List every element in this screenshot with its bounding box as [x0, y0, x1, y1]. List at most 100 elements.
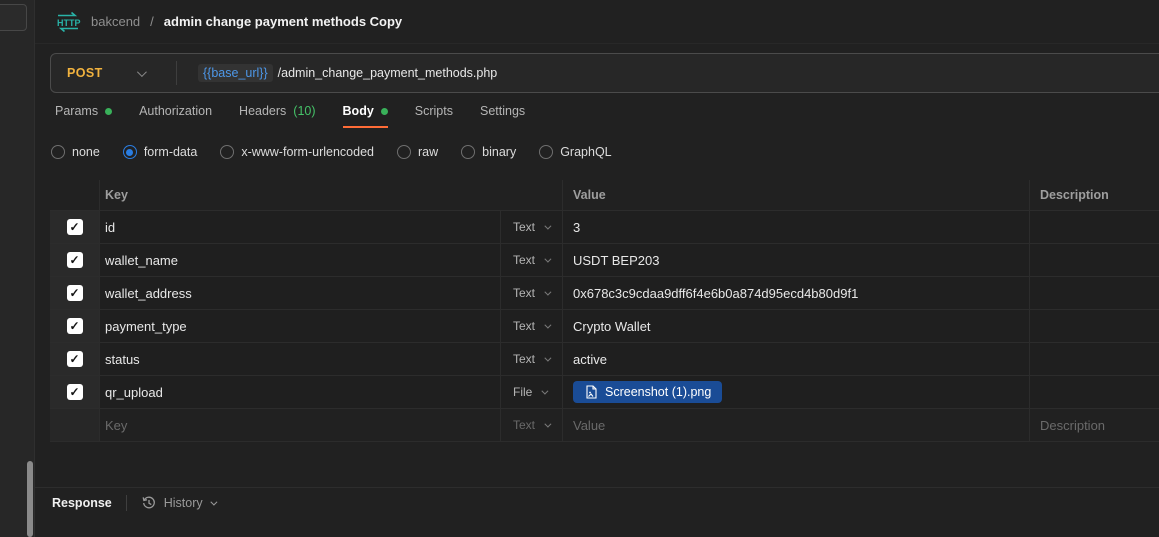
description-cell[interactable] — [1030, 211, 1159, 243]
value-cell[interactable]: 3 — [563, 211, 1030, 243]
description-cell[interactable] — [1030, 376, 1159, 408]
type-dropdown[interactable]: Text — [501, 211, 563, 243]
divider — [126, 495, 127, 511]
mode-x-www-form-urlencoded[interactable]: x-www-form-urlencoded — [220, 145, 374, 159]
radio-icon — [397, 145, 411, 159]
mode-binary[interactable]: binary — [461, 145, 516, 159]
type-label: Text — [513, 220, 535, 234]
type-dropdown[interactable]: Text — [501, 409, 563, 441]
radio-icon — [461, 145, 475, 159]
app-window: HTTP bakcend / admin change payment meth… — [0, 0, 1159, 537]
tab-label: Body — [343, 104, 374, 118]
key-cell[interactable]: qr_upload — [100, 376, 501, 408]
file-name: Screenshot (1).png — [605, 385, 711, 399]
mode-none[interactable]: none — [51, 145, 100, 159]
tab-label: Settings — [480, 104, 525, 118]
chevron-down-icon — [544, 420, 551, 427]
type-dropdown[interactable]: Text — [501, 244, 563, 276]
breadcrumb-workspace[interactable]: bakcend — [91, 14, 140, 29]
tab-authorization[interactable]: Authorization — [139, 104, 212, 128]
row-checkbox[interactable]: ✓ — [67, 351, 83, 367]
history-clock-icon — [141, 495, 157, 511]
radio-icon-selected — [123, 145, 137, 159]
headers-count: (10) — [293, 104, 315, 118]
tab-scripts[interactable]: Scripts — [415, 104, 453, 128]
tab-params[interactable]: Params — [55, 104, 112, 128]
tab-label: Authorization — [139, 104, 212, 118]
description-cell[interactable] — [1030, 343, 1159, 375]
type-dropdown[interactable]: Text — [501, 277, 563, 309]
breadcrumb-bar: HTTP bakcend / admin change payment meth… — [35, 0, 1159, 44]
key-cell[interactable]: payment_type — [100, 310, 501, 342]
mode-label: form-data — [144, 145, 198, 159]
tab-settings[interactable]: Settings — [480, 104, 525, 128]
value-cell[interactable]: USDT BEP203 — [563, 244, 1030, 276]
description-cell[interactable] — [1030, 310, 1159, 342]
type-dropdown[interactable]: File — [501, 376, 563, 408]
table-row: ✓ wallet_name Text USDT BEP203 — [50, 244, 1159, 277]
body-dot-indicator — [381, 108, 388, 115]
url-path: /admin_change_payment_methods.php — [278, 66, 498, 80]
chevron-down-icon — [137, 67, 147, 77]
table-row: ✓ status Text active — [50, 343, 1159, 376]
key-cell[interactable]: status — [100, 343, 501, 375]
breadcrumb-separator: / — [150, 14, 154, 29]
chevron-down-icon — [544, 222, 551, 229]
row-checkbox[interactable]: ✓ — [67, 384, 83, 400]
tab-body[interactable]: Body — [343, 104, 388, 128]
mode-label: raw — [418, 145, 438, 159]
method-label: POST — [51, 66, 103, 80]
request-tabs: Params Authorization Headers (10) Body S… — [55, 104, 525, 135]
collapsed-sidebar — [0, 0, 35, 537]
chevron-down-icon — [544, 255, 551, 262]
empty-checkbox-cell — [50, 409, 100, 441]
base-url-variable[interactable]: {{base_url}} — [198, 64, 273, 82]
header-description: Description — [1030, 180, 1159, 210]
type-dropdown[interactable]: Text — [501, 343, 563, 375]
description-cell[interactable] — [1030, 244, 1159, 276]
description-input-placeholder[interactable]: Description — [1030, 409, 1159, 441]
request-title[interactable]: admin change payment methods Copy — [164, 14, 402, 29]
tab-label: Params — [55, 104, 98, 118]
divider — [176, 61, 177, 85]
mode-graphql[interactable]: GraphQL — [539, 145, 611, 159]
value-cell[interactable]: Crypto Wallet — [563, 310, 1030, 342]
tab-label: Headers — [239, 104, 286, 118]
tab-headers[interactable]: Headers (10) — [239, 104, 315, 128]
sidebar-collapsed-tab[interactable] — [0, 4, 27, 31]
mode-raw[interactable]: raw — [397, 145, 438, 159]
mode-label: x-www-form-urlencoded — [241, 145, 374, 159]
method-selector[interactable]: POST — [51, 66, 176, 80]
mode-label: binary — [482, 145, 516, 159]
radio-icon — [539, 145, 553, 159]
type-label: Text — [513, 286, 535, 300]
response-divider — [35, 487, 1159, 488]
file-image-icon — [584, 385, 598, 399]
scrollbar-thumb[interactable] — [27, 461, 33, 537]
type-label: Text — [513, 319, 535, 333]
row-checkbox[interactable]: ✓ — [67, 285, 83, 301]
tab-label: Scripts — [415, 104, 453, 118]
mode-form-data[interactable]: form-data — [123, 145, 198, 159]
radio-icon — [51, 145, 65, 159]
type-dropdown[interactable]: Text — [501, 310, 563, 342]
uploaded-file-chip[interactable]: Screenshot (1).png — [573, 381, 722, 403]
value-input-placeholder[interactable]: Value — [563, 409, 1030, 441]
url-input[interactable]: {{base_url}} /admin_change_payment_metho… — [198, 64, 497, 82]
value-cell[interactable]: 0x678c3c9cdaa9dff6f4e6b0a874d95ecd4b80d9… — [563, 277, 1030, 309]
key-cell[interactable]: wallet_name — [100, 244, 501, 276]
row-checkbox[interactable]: ✓ — [67, 219, 83, 235]
type-label: File — [513, 385, 532, 399]
table-row: ✓ qr_upload File Screenshot (1).png — [50, 376, 1159, 409]
key-input-placeholder[interactable]: Key — [100, 409, 501, 441]
row-checkbox[interactable]: ✓ — [67, 252, 83, 268]
chevron-down-icon — [544, 354, 551, 361]
key-cell[interactable]: id — [100, 211, 501, 243]
chevron-down-icon — [544, 321, 551, 328]
description-cell[interactable] — [1030, 277, 1159, 309]
value-cell[interactable]: active — [563, 343, 1030, 375]
row-checkbox[interactable]: ✓ — [67, 318, 83, 334]
history-button[interactable]: History — [141, 495, 215, 511]
table-header-row: Key Value Description — [50, 180, 1159, 211]
key-cell[interactable]: wallet_address — [100, 277, 501, 309]
